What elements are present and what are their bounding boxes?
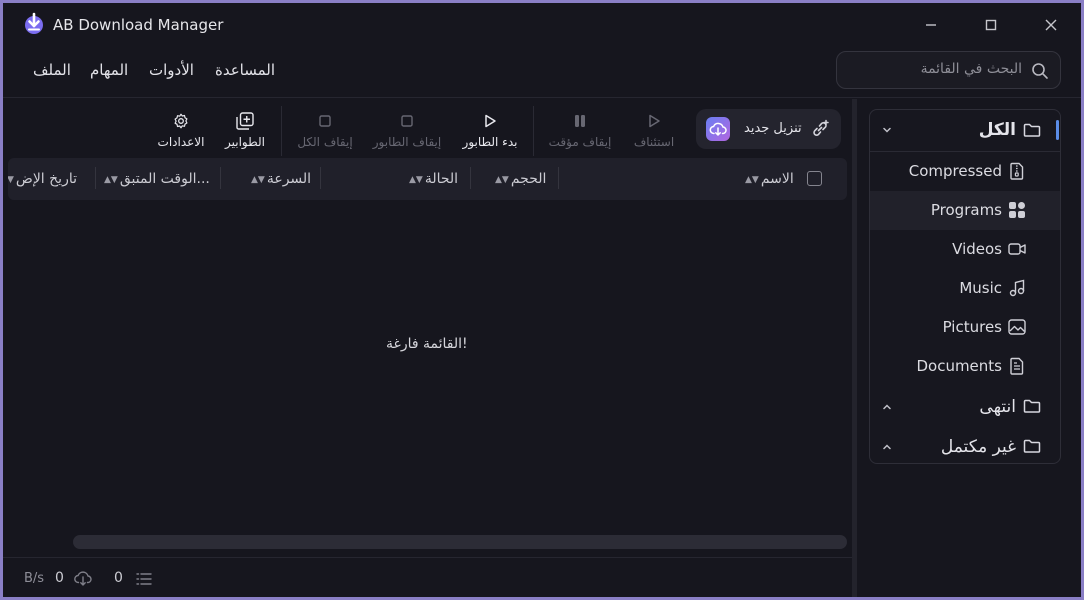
stop-all-label: إيقاف الكل: [297, 135, 353, 149]
subcategory-music[interactable]: Music: [870, 269, 1060, 308]
gear-icon: [172, 112, 190, 130]
horizontal-scrollbar[interactable]: [73, 535, 847, 549]
settings-label: الاعدادات: [157, 135, 205, 149]
active-indicator: [1056, 120, 1059, 140]
select-all-checkbox[interactable]: [807, 171, 822, 186]
chevron-up-icon[interactable]: [880, 440, 894, 454]
archive-icon: [1008, 162, 1026, 180]
download-cloud-icon: [73, 569, 93, 587]
settings-button[interactable]: الاعدادات: [158, 109, 204, 151]
speed-value: 0: [55, 570, 64, 586]
list-icon: [134, 570, 154, 588]
column-header-time-left[interactable]: ▲▼ الوقت المتبق...: [102, 171, 210, 187]
subcategory-label: Music: [959, 279, 1002, 297]
column-header-date-added[interactable]: ▲▼تاريخ الإض: [8, 171, 77, 187]
column-header-name[interactable]: ▲▼ الاسم: [743, 171, 794, 187]
category-finished[interactable]: انتهى: [870, 389, 1060, 429]
music-note-icon: [1008, 279, 1026, 297]
column-header-size[interactable]: ▲▼ الحجم: [493, 171, 546, 187]
start-queue-button[interactable]: بدء الطابور: [463, 109, 517, 151]
pause-button[interactable]: إيقاف مؤقت: [549, 109, 611, 151]
image-icon: [1008, 318, 1026, 336]
pause-label: إيقاف مؤقت: [548, 135, 612, 149]
table-header: ▲▼ الاسم ▲▼ الحجم ▲▼ الحالة ▲▼ السرعة ▲▼ الوق…: [8, 158, 847, 200]
category-finished-label: انتهى: [979, 397, 1016, 417]
folder-icon: [1022, 120, 1042, 140]
menu-tasks[interactable]: المهام: [90, 61, 128, 79]
start-queue-label: بدء الطابور: [462, 135, 518, 149]
play-icon: [645, 112, 663, 130]
speed-unit: B/s: [24, 571, 45, 586]
stop-icon: [316, 112, 334, 130]
resume-label: استئناف: [633, 135, 675, 149]
category-unfinished-label: غير مكتمل: [940, 437, 1016, 457]
menu-file[interactable]: الملف: [33, 61, 71, 79]
category-sidebar: الكل Compressed Programs Videos Music Pi…: [869, 109, 1061, 464]
subcategory-label: Programs: [930, 201, 1002, 219]
pause-icon: [571, 112, 589, 130]
column-divider[interactable]: [470, 167, 471, 189]
menu-divider: [3, 97, 1081, 98]
category-all[interactable]: الكل: [870, 110, 1060, 150]
minimize-icon[interactable]: [921, 15, 941, 35]
download-count: 0: [114, 570, 123, 586]
search-input[interactable]: [852, 61, 1022, 77]
column-header-status[interactable]: ▲▼ الحالة: [407, 171, 458, 187]
search-box[interactable]: [836, 51, 1061, 89]
subcategory-compressed[interactable]: Compressed: [870, 152, 1060, 191]
column-divider[interactable]: [320, 167, 321, 189]
column-divider[interactable]: [95, 167, 96, 189]
app-logo-icon: [22, 12, 46, 36]
column-divider[interactable]: [558, 167, 559, 189]
search-icon: [1030, 61, 1050, 81]
chevron-up-icon[interactable]: [880, 400, 894, 414]
folder-icon: [1022, 396, 1042, 416]
app-title: AB Download Manager: [53, 16, 224, 34]
add-link-icon: [810, 119, 830, 139]
status-divider: [3, 557, 852, 558]
subcategory-documents[interactable]: Documents: [870, 347, 1060, 386]
stop-queue-button[interactable]: إيقاف الطابور: [373, 109, 441, 151]
menu-tools[interactable]: الأدوات: [149, 61, 194, 79]
subcategory-label: Pictures: [942, 318, 1002, 336]
app-window: AB Download Manager الملف المهام الأدوات…: [3, 3, 1081, 597]
stop-queue-label: إيقاف الطابور: [372, 135, 442, 149]
empty-list-message: القائمة فارغة!: [386, 336, 468, 352]
toolbar-separator: [533, 106, 534, 156]
queue-add-icon: [236, 112, 254, 130]
panel-splitter[interactable]: [852, 99, 857, 597]
category-all-label: الكل: [978, 120, 1016, 140]
apps-icon: [1008, 201, 1026, 219]
cloud-download-icon: [706, 117, 730, 141]
close-icon[interactable]: [1041, 15, 1061, 35]
title-bar[interactable]: AB Download Manager: [3, 3, 1081, 47]
resume-button[interactable]: استئناف: [634, 109, 674, 151]
subcategory-videos[interactable]: Videos: [870, 230, 1060, 269]
subcategory-label: Compressed: [908, 162, 1002, 180]
chevron-down-icon[interactable]: [880, 123, 894, 137]
new-download-button[interactable]: تنزيل جديد: [696, 109, 841, 149]
maximize-icon[interactable]: [981, 15, 1001, 35]
queues-button[interactable]: الطوابير: [225, 109, 265, 151]
category-unfinished[interactable]: غير مكتمل: [870, 429, 1060, 465]
subcategory-programs[interactable]: Programs: [870, 191, 1060, 230]
subcategory-pictures[interactable]: Pictures: [870, 308, 1060, 347]
play-icon: [481, 112, 499, 130]
new-download-label: تنزيل جديد: [744, 121, 802, 136]
stop-icon: [398, 112, 416, 130]
stop-all-button[interactable]: إيقاف الكل: [297, 109, 353, 151]
column-header-speed[interactable]: ▲▼ السرعة: [249, 171, 311, 187]
column-divider[interactable]: [220, 167, 221, 189]
document-icon: [1008, 357, 1026, 375]
subcategory-label: Documents: [916, 357, 1002, 375]
video-camera-icon: [1008, 240, 1026, 258]
folder-icon: [1022, 436, 1042, 456]
subcategory-label: Videos: [952, 240, 1002, 258]
menu-help[interactable]: المساعدة: [215, 61, 275, 79]
